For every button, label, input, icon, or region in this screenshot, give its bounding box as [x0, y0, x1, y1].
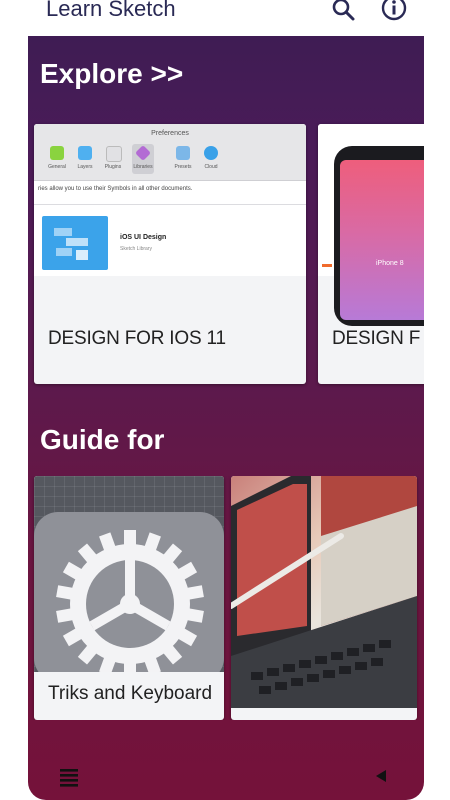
- explore-card-design-ios11[interactable]: Preferences General Layers Plugins Libra…: [34, 124, 306, 384]
- app-screen: Learn Sketch Explore >> Preferences Gene…: [28, 0, 424, 800]
- card-caption: DESIGN FOR IOS 11: [48, 328, 226, 349]
- back-triangle-icon[interactable]: [372, 766, 390, 786]
- guide-heading: Guide for: [40, 424, 165, 455]
- app-title: Learn Sketch: [46, 0, 176, 21]
- bottom-nav-bar: [28, 752, 424, 800]
- cloud-tab-icon: Cloud: [200, 144, 222, 174]
- layers-tab-icon: Layers: [74, 144, 96, 174]
- guide-card-ipad[interactable]: [231, 476, 417, 720]
- guide-card-tricks-keyboard[interactable]: Triks and Keyboard: [34, 476, 224, 720]
- info-icon[interactable]: [380, 0, 408, 24]
- decoration: [322, 264, 332, 267]
- card-caption: Triks and Keyboard: [48, 683, 213, 704]
- preferences-note: ries allow you to use their Symbols in a…: [38, 186, 193, 192]
- sketch-preferences-image: Preferences General Layers Plugins Libra…: [34, 124, 306, 276]
- library-subtitle: Sketch Library: [120, 246, 152, 252]
- library-thumbnail: [42, 216, 108, 270]
- divider: [34, 204, 306, 205]
- explore-heading[interactable]: Explore >>: [40, 58, 183, 90]
- iphone-label: iPhone 8: [376, 260, 404, 267]
- plugins-tab-icon: Plugins: [102, 144, 124, 174]
- libraries-tab-icon: Libraries: [132, 144, 154, 174]
- library-name: iOS UI Design: [120, 234, 167, 241]
- card-caption: DESIGN F: [332, 328, 421, 349]
- guide-carousel[interactable]: Triks and Keyboard: [28, 476, 424, 720]
- ipad-pencil-image: [231, 476, 417, 708]
- iphone-screen: [340, 160, 424, 320]
- preferences-toolbar: Preferences General Layers Plugins Libra…: [34, 124, 306, 181]
- search-icon[interactable]: [330, 0, 358, 24]
- gear-icon: [34, 476, 224, 682]
- preferences-window-title: Preferences: [151, 130, 189, 137]
- explore-card-design-f[interactable]: iPhone 8 DESIGN F: [318, 124, 424, 384]
- presets-tab-icon: Presets: [172, 144, 194, 174]
- menu-icon[interactable]: [58, 766, 80, 788]
- explore-carousel[interactable]: Preferences General Layers Plugins Libra…: [28, 120, 424, 388]
- app-bar: Learn Sketch: [28, 0, 424, 36]
- iphone-image: iPhone 8: [318, 124, 424, 326]
- general-tab-icon: General: [46, 144, 68, 174]
